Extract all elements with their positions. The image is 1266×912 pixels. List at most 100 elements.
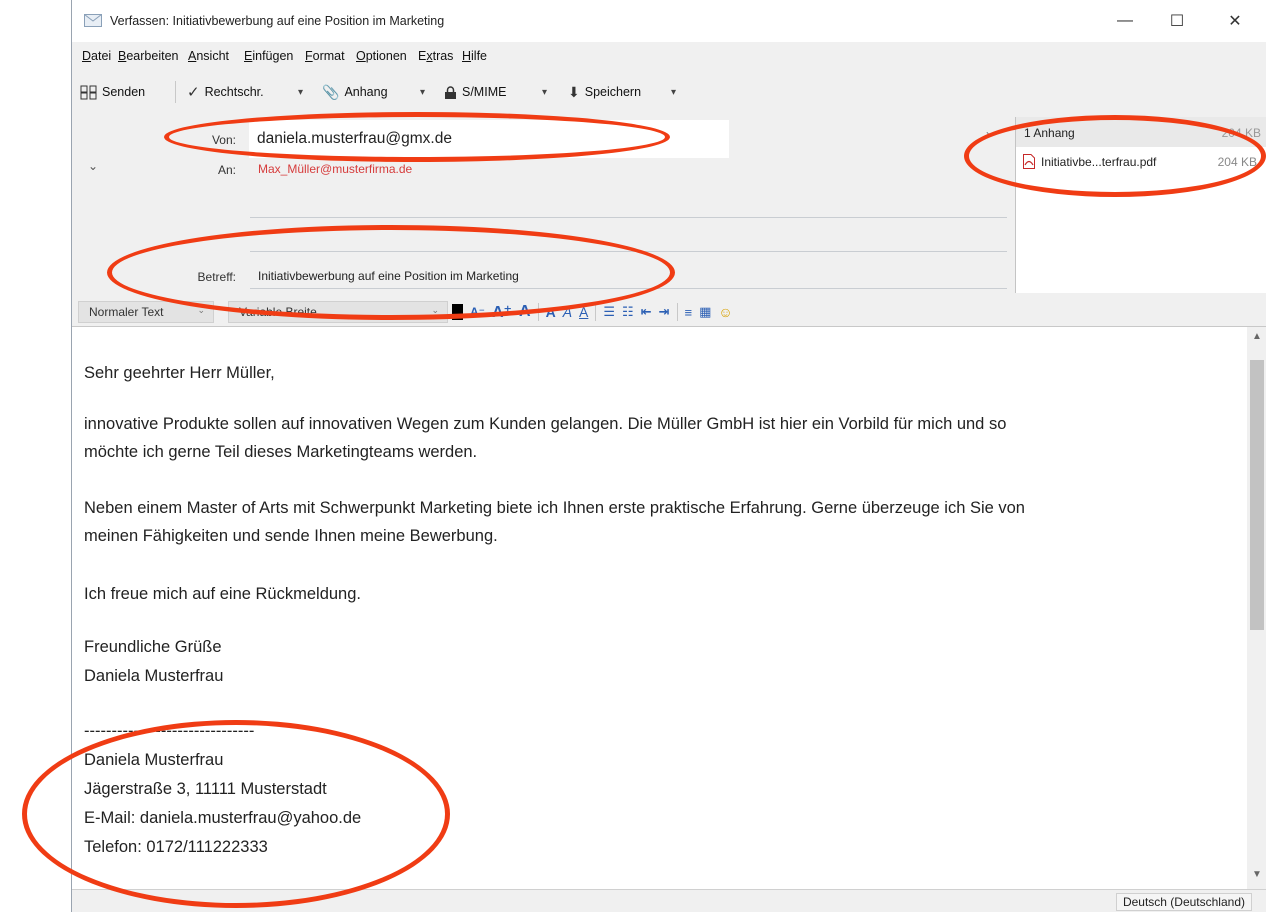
toolbar: Senden ✓ Rechtschr. ▾ 📎 Anhang ▾ S/MIME …	[72, 77, 1266, 107]
smime-label: S/MIME	[462, 85, 507, 99]
greeting: Sehr geehrter Herr Müller,	[84, 364, 275, 382]
envelope-icon	[84, 14, 102, 27]
body-paragraph: Ich freue mich auf eine Rückmeldung.	[84, 585, 361, 603]
indent-icon[interactable]: ⇥	[659, 304, 670, 320]
body-paragraph: meinen Fähigkeiten und sende Ihnen meine…	[84, 527, 498, 545]
insert-image-icon[interactable]: ▦	[699, 304, 711, 320]
sender-name: Daniela Musterfrau	[84, 667, 224, 685]
menu-einfuegen[interactable]: Einfügen	[244, 49, 293, 63]
body-paragraph: innovative Produkte sollen auf innovativ…	[84, 415, 1007, 433]
scroll-down-icon[interactable]: ▼	[1252, 869, 1262, 880]
vertical-scrollbar[interactable]: ▲ ▼	[1247, 327, 1266, 889]
send-icon	[80, 85, 97, 99]
align-icon[interactable]: ≡	[685, 305, 693, 320]
status-bar: Deutsch (Deutschland)	[72, 889, 1266, 912]
window-title: Verfassen: Initiativbewerbung auf eine P…	[110, 14, 445, 28]
font-value: Variable Breite	[239, 305, 317, 319]
paragraph-style-value: Normaler Text	[89, 305, 164, 319]
minimize-button[interactable]: —	[1102, 6, 1148, 36]
chevron-down-icon: ⌄	[197, 305, 205, 315]
signature-phone: Telefon: 0172/111222333	[84, 838, 268, 856]
save-dropdown[interactable]: ▾	[671, 79, 676, 105]
menu-extras[interactable]: Extras	[418, 49, 453, 63]
from-field[interactable]: daniela.musterfrau@gmx.de	[249, 120, 729, 158]
recipient-line	[250, 217, 1007, 218]
menu-hilfe[interactable]: Hilfe	[462, 49, 487, 63]
send-button[interactable]: Senden	[80, 79, 145, 105]
message-body[interactable]: Sehr geehrter Herr Müller, innovative Pr…	[72, 327, 1247, 889]
attachment-item[interactable]: Initiativbe...terfrau.pdf 204 KB	[1016, 149, 1266, 175]
attachment-pane: 1 Anhang 204 KB Initiativbe...terfrau.pd…	[1015, 117, 1266, 293]
attach-button[interactable]: 📎 Anhang	[322, 79, 388, 105]
scrollbar-thumb[interactable]	[1250, 360, 1264, 630]
closing: Freundliche Grüße	[84, 638, 222, 656]
signature-address: Jägerstraße 3, 11111 Musterstadt	[84, 780, 327, 798]
format-separator	[676, 303, 678, 321]
spellcheck-button[interactable]: ✓ Rechtschr.	[187, 79, 264, 105]
spellcheck-dropdown[interactable]: ▾	[298, 79, 303, 105]
subject-field[interactable]: Initiativbewerbung auf eine Position im …	[258, 269, 519, 283]
message-header: Von: daniela.musterfrau@gmx.de › ⌄ An: M…	[72, 117, 1015, 293]
menu-format[interactable]: Format	[305, 49, 345, 63]
font-larger-icon[interactable]: A⁺	[492, 302, 512, 322]
menu-datei[interactable]: Datei	[82, 49, 111, 63]
paragraph-style-select[interactable]: Normaler Text ⌄	[78, 301, 214, 323]
outdent-icon[interactable]: ⇤	[641, 304, 652, 320]
signature-email: E-Mail: daniela.musterfrau@yahoo.de	[84, 809, 362, 827]
underline-icon[interactable]: A	[579, 304, 588, 320]
format-bar: Normaler Text ⌄ Variable Breite ⌄ A⁻ A⁺ …	[72, 297, 1266, 327]
pdf-icon	[1023, 154, 1035, 169]
recipient-line	[250, 251, 1007, 252]
chevron-down-icon[interactable]: ⌄	[88, 159, 98, 173]
smime-button[interactable]: S/MIME	[444, 79, 506, 105]
format-separator	[595, 303, 597, 321]
smime-dropdown[interactable]: ▾	[542, 79, 547, 105]
italic-icon[interactable]: A	[563, 304, 572, 320]
paperclip-icon: 📎	[322, 83, 340, 100]
attachment-name: Initiativbe...terfrau.pdf	[1041, 155, 1157, 169]
emoji-icon[interactable]: ☺	[718, 304, 732, 320]
signature-name: Daniela Musterfrau	[84, 751, 224, 769]
font-smaller-icon[interactable]: A⁻	[470, 305, 485, 319]
close-button[interactable]: ✕	[1212, 6, 1258, 36]
attach-label: Anhang	[344, 85, 388, 99]
signature-separator: -------------------------------	[84, 722, 255, 740]
title-bar: Verfassen: Initiativbewerbung auf eine P…	[72, 0, 1266, 42]
maximize-button[interactable]: ☐	[1154, 6, 1200, 36]
numbered-list-icon[interactable]: ☷	[622, 304, 634, 320]
compose-window: Verfassen: Initiativbewerbung auf eine P…	[71, 0, 1266, 912]
save-label: Speichern	[584, 85, 642, 99]
attachment-header[interactable]: 1 Anhang 204 KB	[1016, 117, 1266, 147]
menu-bearbeiten[interactable]: Bearbeiten	[118, 49, 178, 63]
spellcheck-label: Rechtschr.	[204, 85, 264, 99]
to-label: An:	[217, 163, 236, 177]
body-paragraph: möchte ich gerne Teil dieses Marketingte…	[84, 443, 478, 461]
splitter-icon[interactable]: ›	[986, 127, 990, 141]
bold-icon[interactable]: A	[519, 303, 531, 321]
attachment-size: 204 KB	[1217, 155, 1257, 169]
chevron-down-icon: ⌄	[431, 305, 439, 315]
format-separator	[537, 303, 539, 321]
to-field[interactable]: Max_Müller@musterfirma.de	[258, 162, 412, 176]
attachment-total-size: 204 KB	[1221, 126, 1261, 140]
menu-optionen[interactable]: Optionen	[356, 49, 407, 63]
font-select[interactable]: Variable Breite ⌄	[228, 301, 448, 323]
toolbar-separator	[175, 81, 176, 103]
menu-ansicht[interactable]: Ansicht	[188, 49, 229, 63]
attachment-count: 1 Anhang	[1024, 126, 1075, 140]
scroll-up-icon[interactable]: ▲	[1252, 331, 1262, 342]
body-paragraph: Neben einem Master of Arts mit Schwerpun…	[84, 499, 1025, 517]
menu-bar: Datei Bearbeiten Ansicht Einfügen Format…	[72, 46, 1266, 68]
checkmark-icon: ✓	[187, 84, 200, 101]
download-arrow-icon: ⬇	[568, 83, 580, 100]
from-label: Von:	[211, 133, 236, 147]
save-button[interactable]: ⬇ Speichern	[568, 79, 641, 105]
subject-line	[250, 288, 1007, 289]
send-label: Senden	[102, 85, 146, 99]
text-color-icon[interactable]	[452, 304, 463, 320]
language-indicator[interactable]: Deutsch (Deutschland)	[1115, 893, 1252, 911]
subject-label: Betreff:	[197, 270, 236, 284]
bold-a-icon[interactable]: A	[546, 304, 556, 320]
bullet-list-icon[interactable]: ☰	[603, 304, 615, 320]
attach-dropdown[interactable]: ▾	[420, 79, 425, 105]
